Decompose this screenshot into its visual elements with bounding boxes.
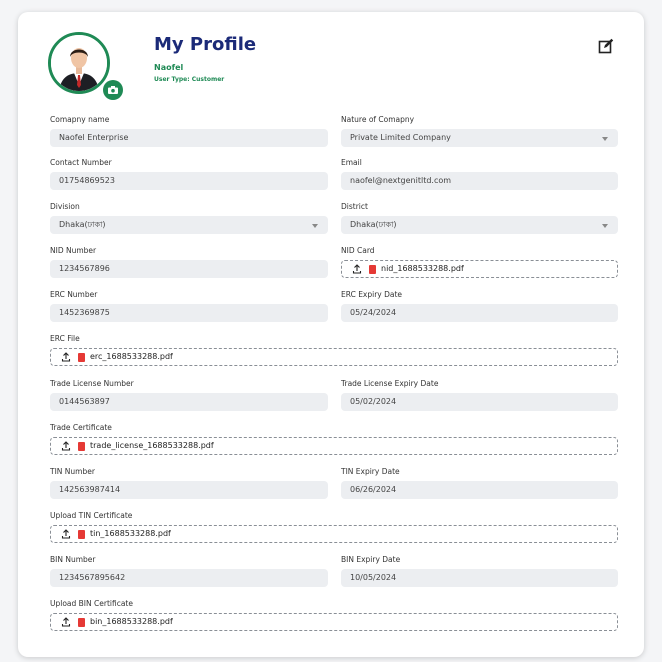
trade-cert-label: Trade Certificate <box>50 423 112 432</box>
email-label: Email <box>341 158 362 167</box>
upload-icon <box>61 441 71 451</box>
tin-cert-upload[interactable]: tin_1688533288.pdf <box>50 525 618 543</box>
camera-icon <box>108 86 118 94</box>
company-name-field[interactable]: Naofel Enterprise <box>50 129 328 147</box>
trade-cert-upload[interactable]: trade_license_1688533288.pdf <box>50 437 618 455</box>
erc-expiry-label: ERC Expiry Date <box>341 290 403 299</box>
tin-number-label: TIN Number <box>50 467 95 476</box>
bin-cert-upload[interactable]: bin_1688533288.pdf <box>50 613 618 631</box>
upload-icon <box>352 264 362 274</box>
district-label: District <box>341 202 368 211</box>
nid-card-file[interactable]: nid_1688533288.pdf <box>341 260 618 278</box>
tin-cert-filename: tin_1688533288.pdf <box>90 529 171 538</box>
email-field[interactable]: naofel@nextgenitltd.com <box>341 172 618 190</box>
trade-number-field[interactable]: 0144563897 <box>50 393 328 411</box>
pdf-icon <box>369 264 376 274</box>
bin-expiry-field[interactable]: 10/05/2024 <box>341 569 618 587</box>
contact-field[interactable]: 01754869523 <box>50 172 328 190</box>
erc-number-field[interactable]: 1452369875 <box>50 304 328 322</box>
erc-file-label: ERC File <box>50 334 80 343</box>
tin-number-field[interactable]: 142563987414 <box>50 481 328 499</box>
district-select[interactable]: Dhaka(ঢাকা) <box>341 216 618 234</box>
edit-icon <box>598 38 614 54</box>
upload-icon <box>61 529 71 539</box>
user-avatar-icon <box>51 35 107 91</box>
bin-number-label: BIN Number <box>50 555 96 564</box>
tin-expiry-label: TIN Expiry Date <box>341 467 400 476</box>
pdf-icon <box>78 352 85 362</box>
nature-label: Nature of Comapny <box>341 115 415 124</box>
nid-number-field[interactable]: 1234567896 <box>50 260 328 278</box>
avatar[interactable] <box>48 32 110 94</box>
bin-cert-filename: bin_1688533288.pdf <box>90 617 173 626</box>
trade-expiry-label: Trade License Expiry Date <box>341 379 439 388</box>
user-type: User Type: Customer <box>154 76 225 83</box>
tin-expiry-field[interactable]: 06/26/2024 <box>341 481 618 499</box>
erc-expiry-field[interactable]: 05/24/2024 <box>341 304 618 322</box>
edit-button[interactable] <box>598 38 614 54</box>
upload-icon <box>61 617 71 627</box>
contact-label: Contact Number <box>50 158 112 167</box>
trade-cert-filename: trade_license_1688533288.pdf <box>90 441 214 450</box>
bin-number-field[interactable]: 1234567895642 <box>50 569 328 587</box>
nid-number-label: NID Number <box>50 246 97 255</box>
user-name: Naofel <box>154 63 184 72</box>
tin-cert-label: Upload TIN Certificate <box>50 511 133 520</box>
page-title: My Profile <box>154 34 257 55</box>
trade-number-label: Trade License Number <box>50 379 134 388</box>
pdf-icon <box>78 529 85 539</box>
trade-expiry-field[interactable]: 05/02/2024 <box>341 393 618 411</box>
company-name-label: Comapny name <box>50 115 110 124</box>
camera-button[interactable] <box>103 80 123 100</box>
nature-select[interactable]: Private Limited Company <box>341 129 618 147</box>
profile-card: My Profile Naofel User Type: Customer Co… <box>18 12 644 657</box>
nid-card-label: NID Card <box>341 246 375 255</box>
upload-icon <box>61 352 71 362</box>
erc-filename: erc_1688533288.pdf <box>90 352 173 361</box>
pdf-icon <box>78 617 85 627</box>
district-value: Dhaka(ঢাকা) <box>350 220 397 229</box>
bin-expiry-label: BIN Expiry Date <box>341 555 401 564</box>
erc-number-label: ERC Number <box>50 290 98 299</box>
nid-card-filename: nid_1688533288.pdf <box>381 264 464 273</box>
nature-value: Private Limited Company <box>350 133 451 142</box>
division-select[interactable]: Dhaka(ঢাকা) <box>50 216 328 234</box>
pdf-icon <box>78 441 85 451</box>
division-value: Dhaka(ঢাকা) <box>59 220 106 229</box>
erc-file-upload[interactable]: erc_1688533288.pdf <box>50 348 618 366</box>
bin-cert-label: Upload BIN Certificate <box>50 599 133 608</box>
division-label: Division <box>50 202 80 211</box>
